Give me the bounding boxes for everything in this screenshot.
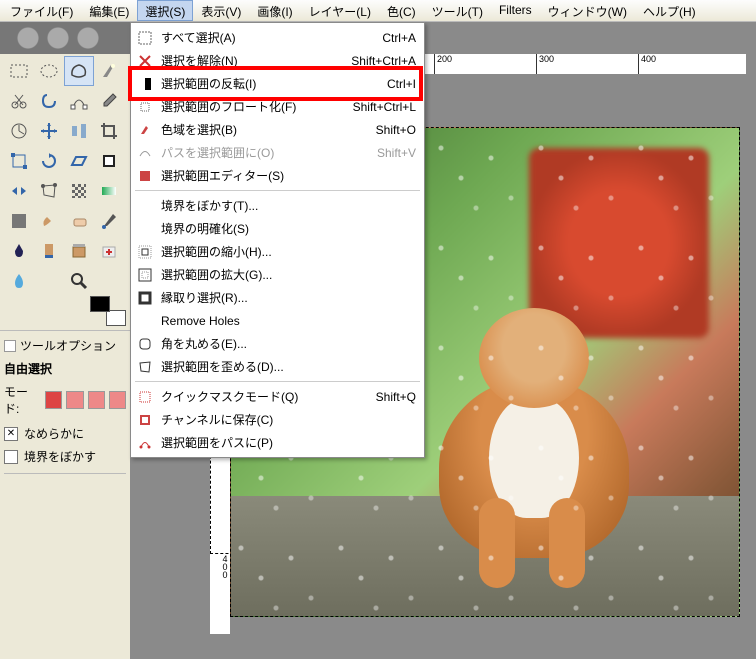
- mode-subtract[interactable]: [88, 391, 105, 409]
- grow-icon: [137, 267, 153, 283]
- mode-intersect[interactable]: [109, 391, 126, 409]
- tool-blur[interactable]: [34, 266, 64, 296]
- menu-item-editor[interactable]: 選択範囲エディター(S): [133, 164, 422, 187]
- menu-item-distort[interactable]: 選択範囲を歪める(D)...: [133, 355, 422, 378]
- menu-色[interactable]: 色(C): [379, 0, 424, 21]
- tool-pencil[interactable]: [4, 206, 34, 236]
- tool-cage[interactable]: [34, 176, 64, 206]
- select-all-icon: [137, 30, 153, 46]
- menu-item-境界をぼかす(T)...[interactable]: 境界をぼかす(T)...: [133, 194, 422, 217]
- menu-編集[interactable]: 編集(E): [81, 0, 137, 21]
- tool-paths[interactable]: [64, 86, 94, 116]
- tool-flip[interactable]: [4, 176, 34, 206]
- menu-item-invert[interactable]: 選択範囲の反転(I)Ctrl+I: [133, 72, 422, 95]
- menubar: ファイル(F)編集(E)選択(S)表示(V)画像(I)レイヤー(L)色(C)ツー…: [0, 0, 756, 22]
- menu-item-quickmask[interactable]: クイックマスクモード(Q)Shift+Q: [133, 385, 422, 408]
- toolbox: [0, 54, 130, 330]
- menu-item-border[interactable]: 縁取り選択(R)...: [133, 286, 422, 309]
- antialias-label: なめらかに: [24, 425, 84, 442]
- tool-crop[interactable]: [94, 116, 124, 146]
- tool-foreground-select[interactable]: [34, 86, 64, 116]
- menu-item-by-color[interactable]: 色域を選択(B)Shift+O: [133, 118, 422, 141]
- menu-画像[interactable]: 画像(I): [249, 0, 300, 21]
- quickmask-icon: [137, 389, 153, 405]
- tool-color-picker[interactable]: [94, 86, 124, 116]
- tool-scissors[interactable]: [4, 86, 34, 116]
- menu-item-rounded[interactable]: 角を丸める(E)...: [133, 332, 422, 355]
- menu-item-境界の明確化(S)[interactable]: 境界の明確化(S): [133, 217, 422, 240]
- menu-item-shrink[interactable]: 選択範囲の縮小(H)...: [133, 240, 422, 263]
- wilber-logo-strip: [0, 22, 130, 54]
- tool-handle-transform[interactable]: [94, 146, 124, 176]
- tool-move[interactable]: [34, 116, 64, 146]
- tool-name-label: 自由選択: [4, 358, 126, 381]
- menu-ヘルプ[interactable]: ヘルプ(H): [635, 0, 704, 21]
- fg-bg-color[interactable]: [90, 296, 126, 326]
- to-path-icon: [137, 435, 153, 451]
- canvas-area[interactable]: 0100200300400 400 すべて選択(A)Ctrl+A選択を解除(N)…: [130, 22, 756, 659]
- menu-item-Remove Holes[interactable]: Remove Holes: [133, 309, 422, 332]
- tool-gradient[interactable]: [94, 176, 124, 206]
- menu-item-grow[interactable]: 選択範囲の拡大(G)...: [133, 263, 422, 286]
- menu-filters[interactable]: Filters: [491, 0, 540, 21]
- menu-item-select-all[interactable]: すべて選択(A)Ctrl+A: [133, 26, 422, 49]
- tool-align[interactable]: [64, 116, 94, 146]
- tool-text[interactable]: [94, 266, 124, 296]
- tool-heal[interactable]: [94, 236, 124, 266]
- mode-label: モード:: [4, 383, 41, 417]
- tool-shear[interactable]: [64, 146, 94, 176]
- menu-ファイル[interactable]: ファイル(F): [2, 0, 81, 21]
- menu-item-deselect[interactable]: 選択を解除(N)Shift+Ctrl+A: [133, 49, 422, 72]
- tool-airbrush[interactable]: [94, 206, 124, 236]
- tool-paintbrush[interactable]: [34, 206, 64, 236]
- blank-icon: [137, 221, 153, 237]
- invert-icon: [137, 76, 153, 92]
- panel-icon: [4, 340, 16, 352]
- menu-表示[interactable]: 表示(V): [193, 0, 249, 21]
- mode-replace[interactable]: [45, 391, 62, 409]
- tool-clone[interactable]: [64, 236, 94, 266]
- deselect-icon: [137, 53, 153, 69]
- menu-item-to-channel[interactable]: チャンネルに保存(C): [133, 408, 422, 431]
- tool-unified-transform[interactable]: [4, 146, 34, 176]
- distort-icon: [137, 359, 153, 375]
- tool-smudge[interactable]: [4, 266, 34, 296]
- shrink-icon: [137, 244, 153, 260]
- menu-選択[interactable]: 選択(S): [137, 0, 193, 21]
- tool-mypaint[interactable]: [34, 236, 64, 266]
- menu-item-float[interactable]: 選択範囲のフロート化(F)Shift+Ctrl+L: [133, 95, 422, 118]
- editor-icon: [137, 168, 153, 184]
- rounded-icon: [137, 336, 153, 352]
- by-color-icon: [137, 122, 153, 138]
- tool-ellipse-select[interactable]: [34, 56, 64, 86]
- to-channel-icon: [137, 412, 153, 428]
- menu-レイヤー[interactable]: レイヤー(L): [301, 0, 379, 21]
- tool-bucket[interactable]: [64, 176, 94, 206]
- mode-add[interactable]: [66, 391, 83, 409]
- tool-eraser[interactable]: [64, 206, 94, 236]
- blank-icon: [137, 313, 153, 329]
- menu-item-to-path[interactable]: 選択範囲をパスに(P): [133, 431, 422, 454]
- tool-ink[interactable]: [4, 236, 34, 266]
- from-path-icon: [137, 145, 153, 161]
- tool-rect-select[interactable]: [4, 56, 34, 86]
- tool-options-panel: ツールオプション 自由選択 モード: ✕ なめらかに 境界をぼかす: [0, 330, 130, 479]
- blank-icon: [137, 198, 153, 214]
- feather-label: 境界をぼかす: [24, 448, 96, 465]
- border-icon: [137, 290, 153, 306]
- antialias-checkbox[interactable]: ✕: [4, 427, 18, 441]
- tool-measure[interactable]: [4, 116, 34, 146]
- tool-rotate[interactable]: [34, 146, 64, 176]
- menu-ウィンドウ[interactable]: ウィンドウ(W): [540, 0, 635, 21]
- tool-free-select[interactable]: [64, 56, 94, 86]
- menu-item-from-path: パスを選択範囲に(O)Shift+V: [133, 141, 422, 164]
- tool-fuzzy-select[interactable]: [94, 56, 124, 86]
- float-icon: [137, 99, 153, 115]
- tool-options-title: ツールオプション: [20, 337, 116, 354]
- feather-checkbox[interactable]: [4, 450, 18, 464]
- tool-dodge[interactable]: [64, 266, 94, 296]
- select-menu-dropdown: すべて選択(A)Ctrl+A選択を解除(N)Shift+Ctrl+A選択範囲の反…: [130, 22, 425, 458]
- menu-ツール[interactable]: ツール(T): [424, 0, 491, 21]
